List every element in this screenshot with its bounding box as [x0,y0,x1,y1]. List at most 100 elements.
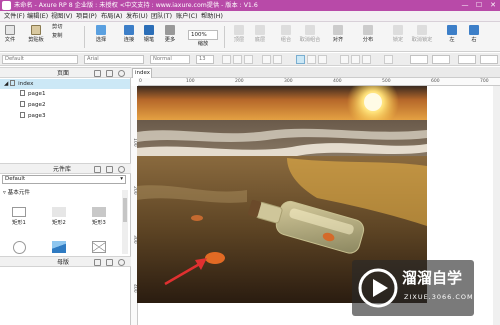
library-scrollbar[interactable] [122,190,128,254]
unlock-button[interactable]: 取消锁定 [410,25,434,44]
bottom-label: 底层 [254,37,266,43]
more-button[interactable]: 更多 [160,25,180,44]
bring-top-button[interactable]: 顶层 [231,25,247,44]
ungroup-label: 取消组合 [299,37,321,43]
widget-rectangle2[interactable]: 矩形2 [46,207,72,227]
library-section-title: 基本元件 [7,190,30,196]
x-field[interactable] [410,55,428,64]
menu-help[interactable]: 帮助(H) [201,12,223,21]
page-item-index[interactable]: ◢ index [4,80,33,88]
size-select[interactable]: 13 [196,55,214,64]
zoom-select[interactable]: 100% [188,30,218,40]
add-folder-icon[interactable] [106,70,113,77]
add-master-icon[interactable] [94,259,101,266]
distribute-label: 分布 [362,37,374,43]
distribute-button[interactable]: 分布 [360,25,376,44]
file-button[interactable]: 文件 [3,25,17,44]
connect-label: 连接 [123,37,135,43]
paste-button[interactable]: 剪贴板 [27,25,45,44]
menu-account[interactable]: 账户(C) [176,12,198,21]
library-menu-icon[interactable] [106,166,113,173]
weight-select[interactable]: Normal [150,55,190,64]
h-field[interactable] [480,55,498,64]
top-label: 顶层 [233,37,245,43]
rectangle-gray-icon [52,207,66,217]
connect-button[interactable]: 连接 [120,25,138,44]
line-width-button[interactable] [351,55,360,64]
select-button[interactable]: 选择 [92,25,110,44]
maximize-button[interactable]: ☐ [472,0,486,11]
widget-rectangle1[interactable]: 矩形1 [6,207,32,227]
search-icon[interactable] [118,166,125,173]
library-select[interactable]: Default ▾ [2,175,126,184]
send-bottom-icon [255,25,265,35]
arrow-style-button[interactable] [384,55,393,64]
widget-image[interactable] [46,241,72,253]
fill-color-button[interactable] [273,55,282,64]
add-page-icon[interactable] [94,70,101,77]
align-icon [333,25,343,35]
menu-layout[interactable]: 布局(A) [101,12,122,21]
group-icon [281,25,291,35]
widget-rectangle3[interactable]: 矩形3 [86,207,112,227]
paste-icon [31,25,41,35]
w-field[interactable] [458,55,476,64]
font-color-button[interactable] [262,55,271,64]
canvas-scrollbar-v[interactable] [493,86,500,325]
page-item-page3[interactable]: page3 [20,112,46,120]
close-button[interactable]: ✕ [486,0,500,11]
add-library-icon[interactable] [94,166,101,173]
menu-project[interactable]: 项目(P) [76,12,97,21]
y-field[interactable] [432,55,450,64]
send-bottom-button[interactable]: 底层 [252,25,268,44]
line-color-button[interactable] [340,55,349,64]
page-item-page2[interactable]: page2 [20,101,46,109]
widget-placeholder[interactable] [86,241,112,253]
page-label: index [18,81,34,87]
menu-publish[interactable]: 发布(U) [126,12,148,21]
menu-team[interactable]: 团队(T) [151,12,172,21]
page-item-page1[interactable]: page1 [20,90,46,98]
page-icon [20,101,25,107]
widget-ellipse[interactable] [6,241,32,254]
group-button[interactable]: 组合 [278,25,294,44]
file-icon [5,25,15,35]
add-folder-icon[interactable] [106,259,113,266]
left-label: 左 [449,37,455,43]
lock-button[interactable]: 锁定 [390,25,406,44]
cut-button[interactable]: 剪切 复制 [52,24,72,40]
style-select[interactable]: Default [2,55,78,64]
menu-bar: 文件(F) 编辑(E) 视图(V) 项目(P) 布局(A) 发布(U) 团队(T… [0,11,500,22]
pen-icon [144,25,154,35]
more-label: 更多 [164,37,176,43]
align-left-text-button[interactable] [296,55,305,64]
right-label: 右 [471,37,477,43]
library-scrollbar-thumb[interactable] [123,198,127,222]
library-panel-title: 元件库 [53,166,72,173]
search-icon[interactable] [118,259,125,266]
menu-file[interactable]: 文件(F) [4,12,25,21]
line-style-button[interactable] [362,55,371,64]
align-center-text-button[interactable] [307,55,316,64]
library-section-header[interactable]: ▿ 基本元件 [3,189,30,197]
font-select[interactable]: Arial [84,55,144,64]
page-icon [10,80,16,86]
align-right-text-button[interactable] [318,55,327,64]
main-toolbar: 文件 剪贴板 剪切 复制 选择 连接 钢笔 更多 缩放 顶层 底层 组合 取消组… [0,22,500,52]
menu-edit[interactable]: 编辑(E) [27,12,48,21]
pen-button[interactable]: 钢笔 [140,25,158,44]
underline-button[interactable] [244,55,253,64]
bold-button[interactable] [222,55,231,64]
ellipse-icon [12,241,26,254]
search-icon[interactable] [118,70,125,77]
left-button[interactable]: 左 [445,25,459,44]
collapse-triangle-icon: ▿ [3,190,6,196]
more-icon [165,25,175,35]
right-button[interactable]: 右 [467,25,481,44]
minimize-button[interactable]: — [458,0,472,11]
tab-index[interactable]: index [132,68,152,78]
italic-button[interactable] [233,55,242,64]
ungroup-button[interactable]: 取消组合 [298,25,322,44]
align-button[interactable]: 对齐 [330,25,346,44]
menu-view[interactable]: 视图(V) [51,12,72,21]
